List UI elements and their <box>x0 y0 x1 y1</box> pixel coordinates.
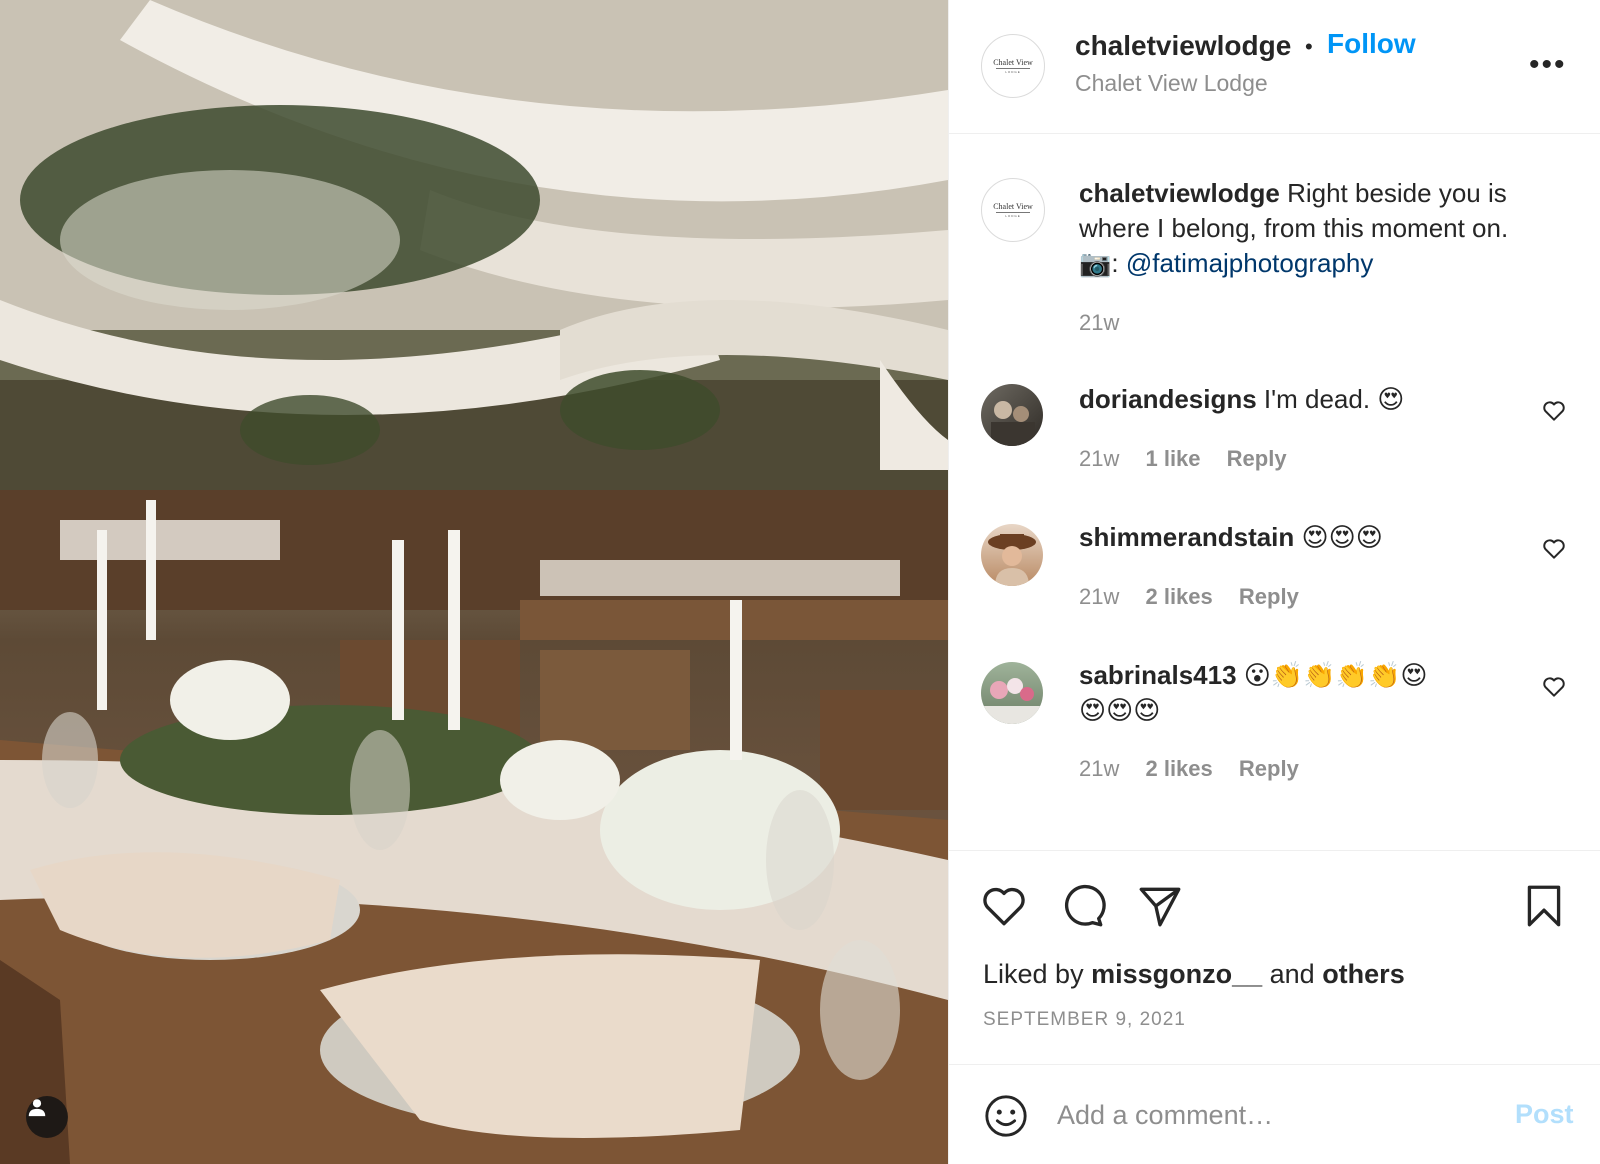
reply-button[interactable]: Reply <box>1227 446 1287 471</box>
comment-meta: 21w 2 likes Reply <box>1079 756 1319 782</box>
caption-username[interactable]: chaletviewlodge <box>1079 178 1280 208</box>
like-comment-heart-icon[interactable] <box>1541 674 1567 700</box>
caption-text: chaletviewlodge Right beside you is wher… <box>1079 176 1508 281</box>
comment-username[interactable]: doriandesigns <box>1079 384 1257 414</box>
comment-body-line2: 😍😍😍 <box>1079 695 1161 725</box>
liked-by-user-link[interactable]: missgonzo__ <box>1091 959 1262 989</box>
more-options-icon[interactable]: ••• <box>1529 48 1567 82</box>
comment-text: shimmerandstain 😍😍😍 <box>1079 520 1383 555</box>
comment-meta: 21w 2 likes Reply <box>1079 584 1319 610</box>
like-heart-icon[interactable] <box>979 881 1029 931</box>
post-side-panel: Chalet View LODGE chaletviewlodge • Foll… <box>948 0 1600 1164</box>
header-username[interactable]: chaletviewlodge <box>1075 30 1291 62</box>
user-tag-button[interactable] <box>26 1096 68 1138</box>
avatar-photo-image <box>981 678 1043 724</box>
emoji-smiley-icon[interactable] <box>983 1093 1029 1139</box>
caption-line1: Right beside you is <box>1279 178 1507 208</box>
like-comment-heart-icon[interactable] <box>1541 398 1567 424</box>
reply-button[interactable]: Reply <box>1239 756 1299 781</box>
comment-likes[interactable]: 2 likes <box>1145 584 1212 609</box>
save-bookmark-icon[interactable] <box>1519 881 1569 931</box>
camera-emoji: 📷 <box>1079 248 1112 278</box>
avatar-logo-divider <box>996 211 1030 213</box>
comment-likes[interactable]: 1 like <box>1145 446 1200 471</box>
commenter-avatar[interactable] <box>981 384 1043 446</box>
comment-text: sabrinals413 😮👏👏👏👏😍 😍😍😍 <box>1079 658 1428 728</box>
liked-by-prefix: Liked by <box>983 959 1092 989</box>
reply-button[interactable]: Reply <box>1239 584 1299 609</box>
avatar-logo-text: Chalet View <box>993 57 1033 67</box>
header-separator: • <box>1305 34 1313 59</box>
comment-age[interactable]: 21w <box>1079 756 1119 781</box>
comment-age[interactable]: 21w <box>1079 446 1119 471</box>
comment-username[interactable]: sabrinals413 <box>1079 660 1237 690</box>
post-photo[interactable] <box>0 0 948 1164</box>
comment-body: I'm dead. 😍 <box>1256 384 1405 414</box>
follow-button[interactable]: Follow <box>1327 28 1416 60</box>
comment-body: 😮👏👏👏👏😍 <box>1236 660 1428 690</box>
avatar-photo-image <box>988 534 1036 586</box>
comment-input[interactable] <box>1057 1091 1477 1139</box>
avatar-logo-divider <box>996 67 1030 69</box>
liked-by-others-link[interactable]: others <box>1322 959 1405 989</box>
caption-age[interactable]: 21w <box>1079 310 1119 335</box>
comment-body: 😍😍😍 <box>1294 522 1383 552</box>
post-header: Chalet View LODGE chaletviewlodge • Foll… <box>949 0 1600 134</box>
liked-by-summary: Liked by missgonzo__ and others <box>983 959 1405 990</box>
caption-avatar[interactable]: Chalet View LODGE <box>981 178 1045 242</box>
account-avatar[interactable]: Chalet View LODGE <box>981 34 1045 98</box>
comment-bubble-icon[interactable] <box>1057 881 1107 931</box>
avatar-logo-text: Chalet View <box>993 201 1033 211</box>
avatar-photo-image <box>991 401 1035 446</box>
wedding-tent-photo <box>0 0 948 1164</box>
comment-username[interactable]: shimmerandstain <box>1079 522 1294 552</box>
avatar-logo-subtext: LODGE <box>1005 69 1021 74</box>
post-date[interactable]: SEPTEMBER 9, 2021 <box>983 1009 1186 1031</box>
photographer-mention-link[interactable]: @fatimajphotography <box>1126 248 1374 278</box>
comment-text: doriandesigns I'm dead. 😍 <box>1079 382 1404 417</box>
comment-age[interactable]: 21w <box>1079 584 1119 609</box>
caption-meta: 21w <box>1079 310 1139 336</box>
liked-by-middle: and <box>1262 959 1323 989</box>
post-comment-button[interactable]: Post <box>1515 1099 1574 1130</box>
header-location[interactable]: Chalet View Lodge <box>1075 70 1268 97</box>
user-tag-icon <box>28 1099 46 1117</box>
add-comment-bar: Post <box>949 1064 1600 1164</box>
commenter-avatar[interactable] <box>981 524 1043 586</box>
commenter-avatar[interactable] <box>981 662 1043 724</box>
like-comment-heart-icon[interactable] <box>1541 536 1567 562</box>
comment-meta: 21w 1 like Reply <box>1079 446 1307 472</box>
post-actions: Liked by missgonzo__ and others SEPTEMBE… <box>949 850 1600 1064</box>
comments-section[interactable]: Chalet View LODGE chaletviewlodge Right … <box>949 134 1600 850</box>
avatar-logo-subtext: LODGE <box>1005 213 1021 218</box>
share-send-icon[interactable] <box>1135 881 1185 931</box>
caption-line2: where I belong, from this moment on. <box>1079 213 1509 243</box>
comment-likes[interactable]: 2 likes <box>1145 756 1212 781</box>
caption-colon: : <box>1111 248 1126 278</box>
